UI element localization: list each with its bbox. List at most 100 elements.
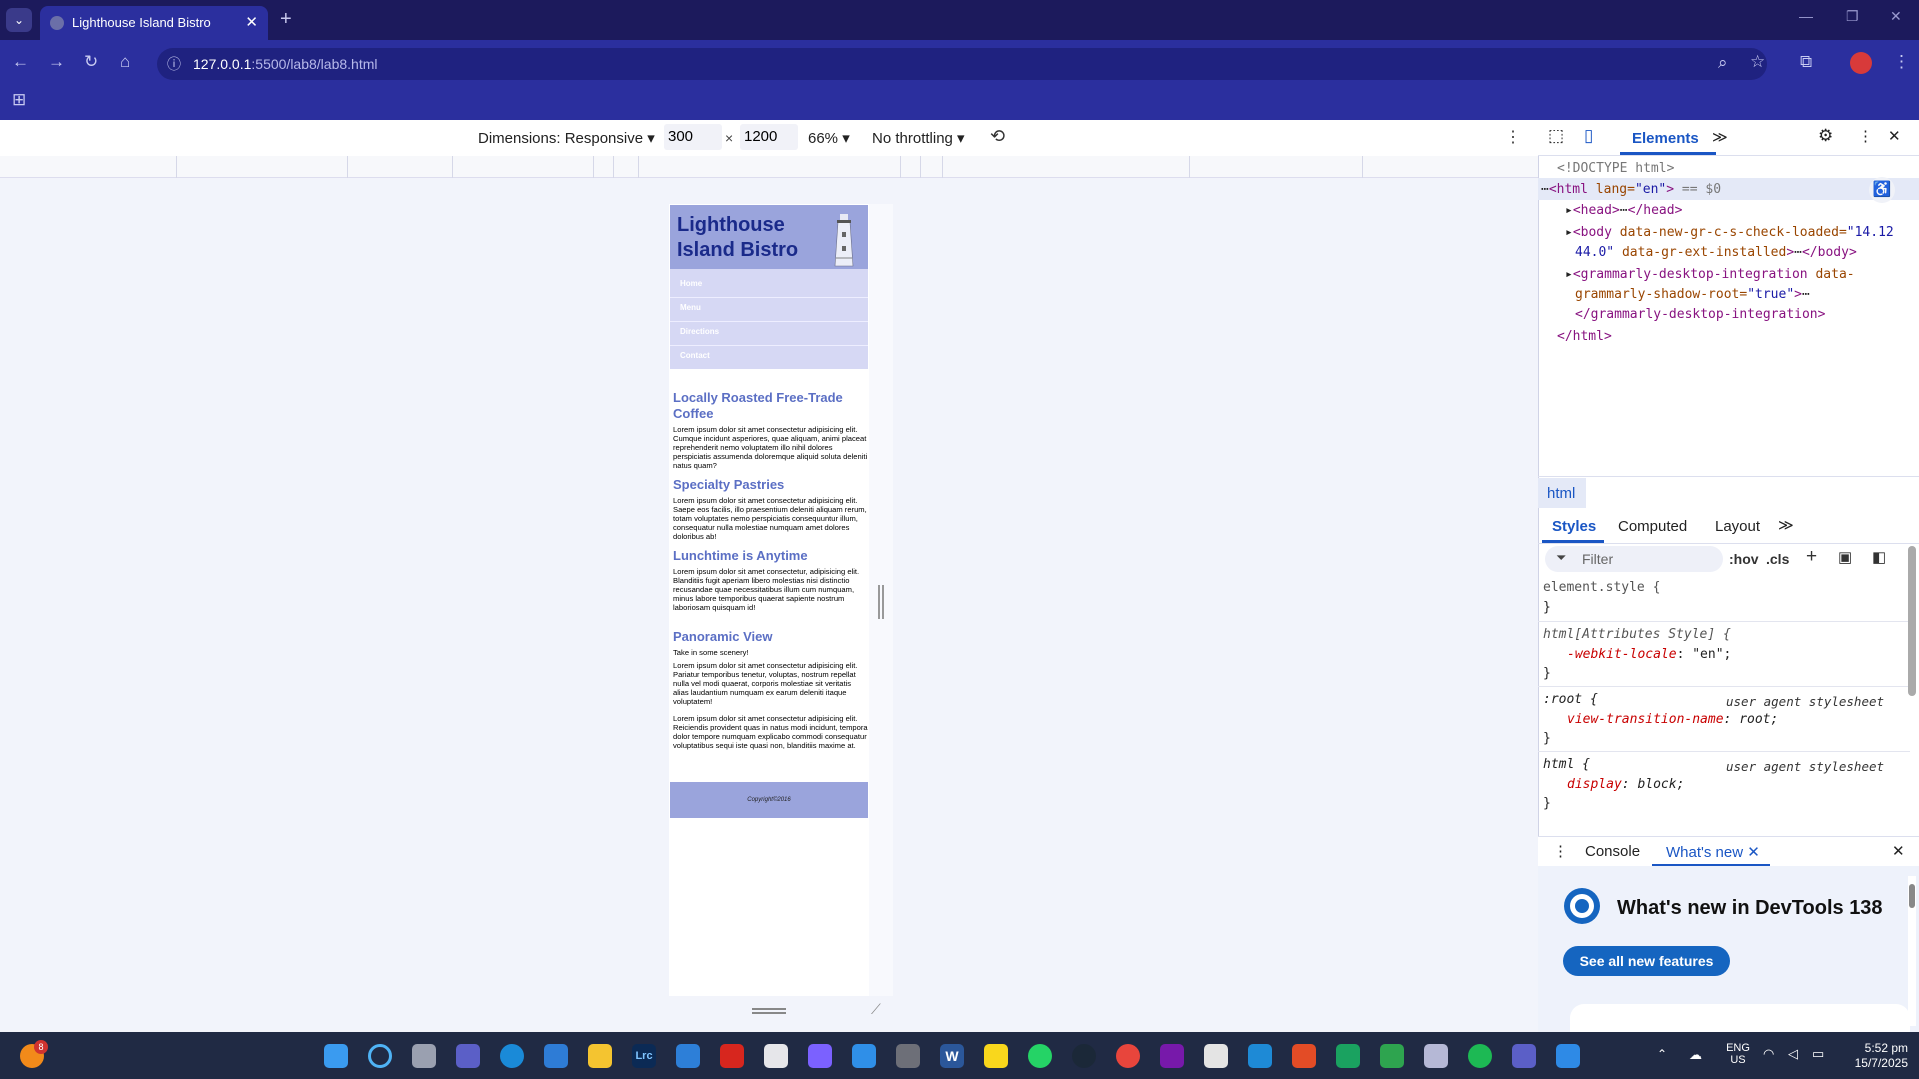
- vscode-icon[interactable]: [1248, 1044, 1272, 1068]
- restore-icon[interactable]: ❐: [1846, 8, 1859, 25]
- browser-tab[interactable]: Lighthouse Island Bistro ✕: [40, 6, 268, 40]
- extensions-icon[interactable]: ⧉: [1800, 52, 1812, 72]
- word-icon[interactable]: W: [940, 1044, 964, 1068]
- chrome-icon[interactable]: [1116, 1044, 1140, 1068]
- menu-icon[interactable]: ⋮: [1893, 52, 1910, 72]
- right-resize-handle[interactable]: [878, 585, 880, 619]
- bookmark-star-icon[interactable]: ☆: [1750, 52, 1765, 72]
- nav-link-home[interactable]: Home: [680, 279, 860, 288]
- media-query-marker[interactable]: [1362, 156, 1363, 178]
- media-query-marker[interactable]: [613, 156, 614, 178]
- close-tab-icon[interactable]: ✕: [1747, 844, 1760, 861]
- bottom-resize-handle[interactable]: [752, 1008, 786, 1010]
- home-icon[interactable]: ⌂: [120, 52, 130, 72]
- drawer-menu-icon[interactable]: ⋮: [1553, 842, 1568, 860]
- media-query-marker[interactable]: [900, 156, 901, 178]
- tab-elements[interactable]: Elements: [1632, 130, 1699, 147]
- whatsapp-icon[interactable]: [1028, 1044, 1052, 1068]
- store-icon[interactable]: [544, 1044, 568, 1068]
- html-file-icon[interactable]: [1292, 1044, 1316, 1068]
- acrobat-icon[interactable]: [720, 1044, 744, 1068]
- tab-close-icon[interactable]: ✕: [245, 13, 258, 31]
- more-tabs-icon[interactable]: ≫: [1712, 128, 1728, 146]
- dimensions-select[interactable]: Dimensions: Responsive ▾: [478, 129, 655, 147]
- teams-icon[interactable]: [1512, 1044, 1536, 1068]
- clock[interactable]: 5:52 pm 15/7/2025: [1830, 1041, 1908, 1071]
- expand-triangle-icon[interactable]: ▸: [1565, 203, 1573, 218]
- collapsed-ellipsis[interactable]: ⋯: [1620, 203, 1628, 218]
- zoom-select[interactable]: 66% ▾: [808, 129, 850, 147]
- lightroom-icon[interactable]: Lrc: [632, 1044, 656, 1068]
- tab-whats-new[interactable]: What's new ✕: [1666, 843, 1760, 861]
- wifi-icon[interactable]: ◠: [1763, 1046, 1774, 1062]
- dom-doctype[interactable]: <!DOCTYPE html>: [1557, 161, 1674, 176]
- styles-scrollbar[interactable]: [1908, 546, 1916, 696]
- dom-body-node[interactable]: ▸<body data-new-gr-c-s-check-loaded="14.…: [1565, 225, 1894, 240]
- language-indicator[interactable]: ENG US: [1722, 1042, 1754, 1066]
- media-query-marker[interactable]: [942, 156, 943, 178]
- drawer-scrollbar[interactable]: [1909, 884, 1915, 908]
- sticky-notes-icon[interactable]: [984, 1044, 1008, 1068]
- inspect-icon[interactable]: ⬚: [1548, 126, 1564, 146]
- tab-search-icon[interactable]: ⌄: [6, 8, 32, 32]
- rule-decl[interactable]: display: block;: [1567, 777, 1684, 792]
- rule-html-attrs[interactable]: html[Attributes Style] {: [1543, 627, 1731, 642]
- new-rule-icon[interactable]: +: [1806, 546, 1817, 568]
- close-window-icon[interactable]: ✕: [1890, 8, 1902, 25]
- dom-head-node[interactable]: ▸<head>⋯</head>: [1565, 203, 1682, 218]
- minimize-icon[interactable]: —: [1799, 8, 1813, 24]
- expand-triangle-icon[interactable]: ▸: [1565, 267, 1573, 282]
- tab-computed[interactable]: Computed: [1618, 518, 1687, 535]
- panel-divider[interactable]: [1538, 476, 1919, 477]
- new-tab-button[interactable]: +: [280, 8, 292, 31]
- see-all-features-button[interactable]: See all new features: [1563, 946, 1730, 976]
- corner-resize-icon[interactable]: ⟋: [871, 1001, 881, 1018]
- search-icon[interactable]: [368, 1044, 392, 1068]
- tool-icon[interactable]: [852, 1044, 876, 1068]
- spotify-icon[interactable]: [1468, 1044, 1492, 1068]
- nav-link-contact[interactable]: Contact: [680, 351, 860, 360]
- snipping-tool-icon[interactable]: [764, 1044, 788, 1068]
- rule-element-style[interactable]: element.style {: [1543, 580, 1660, 595]
- profile-avatar[interactable]: [1850, 52, 1872, 74]
- terminal-icon[interactable]: [1204, 1044, 1228, 1068]
- media-query-marker[interactable]: [347, 156, 348, 178]
- rule-root[interactable]: :root {: [1543, 692, 1598, 707]
- media-query-marker[interactable]: [452, 156, 453, 178]
- battery-icon[interactable]: ▭: [1812, 1046, 1824, 1062]
- devtools-more-icon[interactable]: ⋮: [1858, 127, 1873, 145]
- rule-decl[interactable]: -webkit-locale: "en";: [1567, 647, 1731, 662]
- drawer-close-icon[interactable]: ✕: [1892, 842, 1905, 860]
- edge-icon[interactable]: [500, 1044, 524, 1068]
- device-more-icon[interactable]: ⋮: [1505, 127, 1521, 147]
- app-icon[interactable]: [1424, 1044, 1448, 1068]
- throttling-select[interactable]: No throttling ▾: [872, 129, 965, 147]
- steam-icon[interactable]: [1072, 1044, 1096, 1068]
- m365-icon[interactable]: [808, 1044, 832, 1068]
- cls-toggle[interactable]: .cls: [1766, 551, 1789, 567]
- reload-icon[interactable]: ↻: [84, 52, 98, 72]
- media-query-marker[interactable]: [920, 156, 921, 178]
- app-icon[interactable]: [1336, 1044, 1360, 1068]
- media-query-marker[interactable]: [593, 156, 594, 178]
- app-icon[interactable]: [1380, 1044, 1404, 1068]
- collapsed-ellipsis[interactable]: ⋯: [1794, 245, 1802, 260]
- tab-console[interactable]: Console: [1585, 843, 1640, 860]
- nav-link-menu[interactable]: Menu: [680, 303, 860, 312]
- height-input[interactable]: 1200: [740, 124, 798, 150]
- rotate-icon[interactable]: ⟲: [990, 126, 1005, 147]
- hov-toggle[interactable]: :hov: [1729, 551, 1759, 567]
- media-query-marker[interactable]: [176, 156, 177, 178]
- teams-icon[interactable]: [456, 1044, 480, 1068]
- tab-styles[interactable]: Styles: [1552, 518, 1596, 535]
- zoom-icon[interactable]: ⌕: [1718, 53, 1728, 73]
- volume-icon[interactable]: ◁: [1788, 1046, 1798, 1062]
- styles-filter-input[interactable]: [1545, 546, 1723, 572]
- calculator-icon[interactable]: [896, 1044, 920, 1068]
- width-input[interactable]: 300: [664, 124, 722, 150]
- accessibility-icon[interactable]: ♿: [1869, 177, 1895, 203]
- address-bar[interactable]: [157, 48, 1767, 80]
- file-explorer-icon[interactable]: [588, 1044, 612, 1068]
- breadcrumb[interactable]: html: [1547, 485, 1575, 502]
- media-query-marker[interactable]: [1189, 156, 1190, 178]
